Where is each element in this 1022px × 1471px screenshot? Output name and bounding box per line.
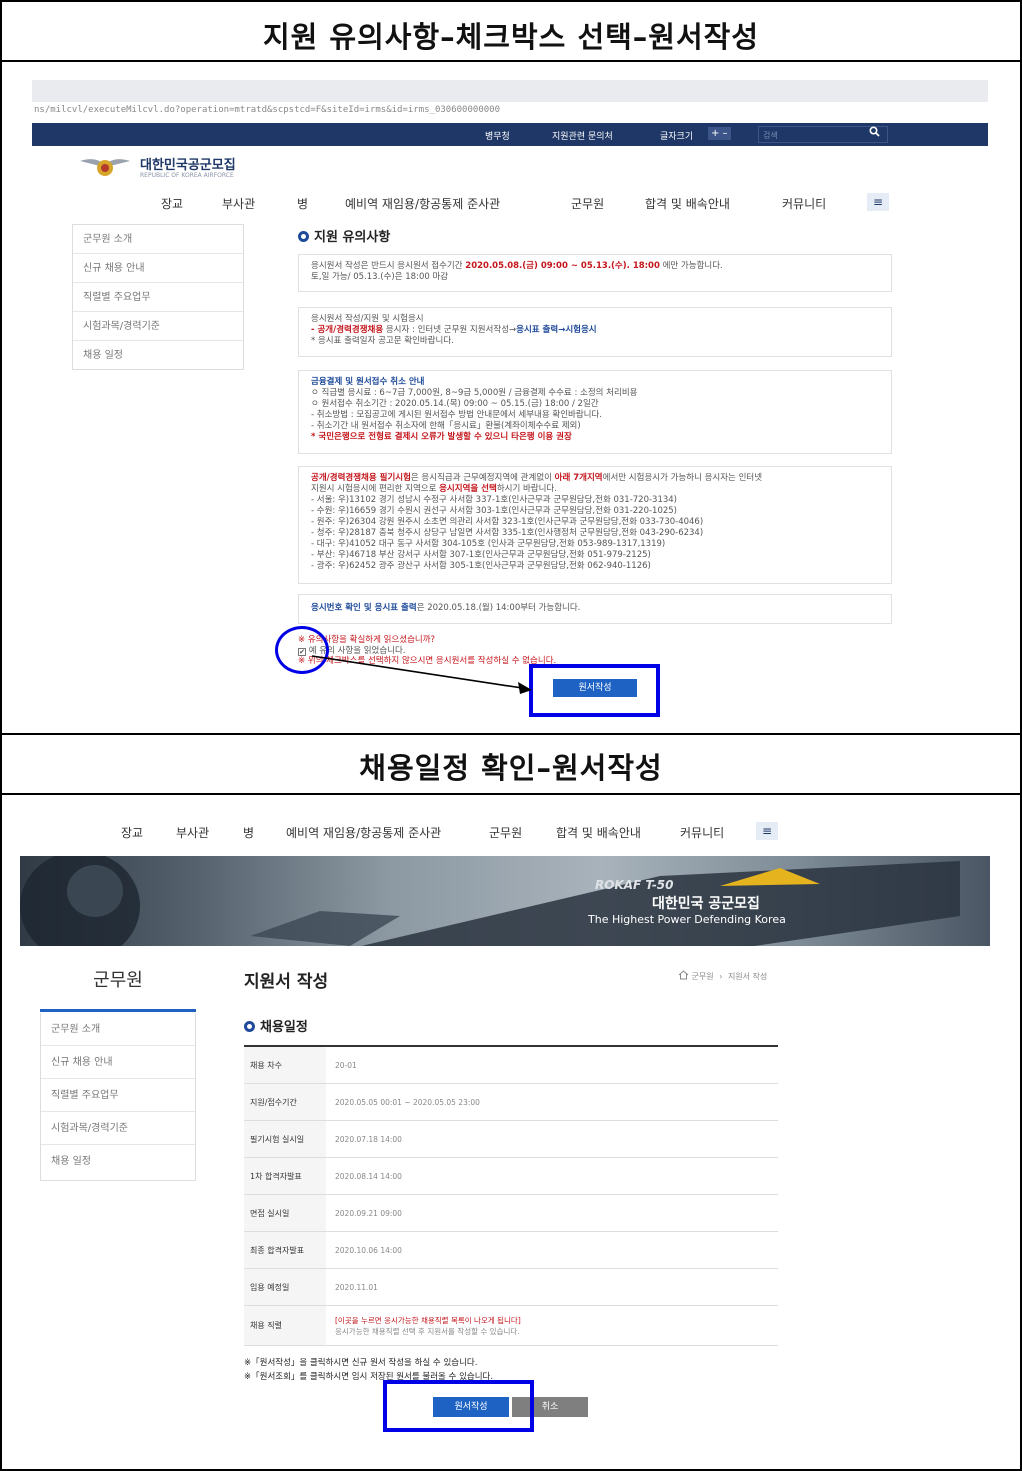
table-row: 임용 예정일 2020.11.01	[244, 1269, 778, 1306]
notice-box-regions: 공개/경력경쟁채용 필기시험은 응시직급과 근무예정지역에 관계없이 아래 7개…	[298, 466, 892, 584]
table-row: 채용 직렬 [이곳을 누르면 응시가능한 채용직렬 목록이 나오게 됩니다] 응…	[244, 1306, 778, 1346]
nav-community[interactable]: 커뮤니티	[680, 824, 724, 841]
nav-reserve[interactable]: 예비역 재임용/항공통제 준사관	[286, 824, 441, 841]
table-row: 지원/접수기간 2020.05.05 00:01 ~ 2020.05.05 23:…	[244, 1084, 778, 1121]
notice-box-process: 응시원서 작성/지원 및 시험응시 - 공개/경력경쟁채용 응시자 : 인터넷 …	[298, 307, 892, 357]
site-logo[interactable]: 대한민국공군모집 REPUBLIC OF KOREA AIRFORCE	[70, 150, 270, 186]
banner-jet-text: ROKAF T-50	[595, 878, 674, 892]
logo-sub: REPUBLIC OF KOREA AIRFORCE	[140, 172, 234, 179]
font-size-controls[interactable]: + –	[708, 127, 731, 140]
table-row: 필기시험 실시일 2020.07.18 14:00	[244, 1121, 778, 1158]
side-menu-bottom: 군무원 소개 신규 채용 안내 직렬별 주요업무 시험과목/경력기준 채용 일정	[40, 1013, 196, 1181]
divider	[0, 60, 1022, 62]
notice-box-ticket: 응시번호 확인 및 응시표 출력은 2020.05.18.(월) 14:00부터…	[298, 594, 892, 624]
nav-civilian[interactable]: 군무원	[571, 195, 604, 212]
util-link-mma[interactable]: 병무청	[485, 129, 510, 142]
hamburger-icon[interactable]: ≡	[756, 822, 778, 840]
side-item-recruit[interactable]: 신규 채용 안내	[41, 1046, 195, 1079]
side-item-schedule[interactable]: 채용 일정	[73, 341, 243, 370]
side-item-duties[interactable]: 직렬별 주요업무	[73, 283, 243, 312]
highlight-rect-apply-bottom	[383, 1380, 534, 1432]
breadcrumb-item[interactable]: 지원서 작성	[728, 972, 767, 981]
side-item-intro[interactable]: 군무원 소개	[73, 225, 243, 254]
schedule-title: 채용일정	[244, 1016, 308, 1035]
table-row: 1차 합격자발표 2020.08.14 14:00	[244, 1158, 778, 1195]
util-link-contact[interactable]: 지원관련 문의처	[552, 129, 613, 142]
hamburger-icon[interactable]: ≡	[867, 193, 889, 211]
nav-enlisted[interactable]: 병	[243, 824, 254, 841]
nav-result[interactable]: 합격 및 배속안내	[645, 195, 730, 212]
divider	[0, 733, 1022, 735]
nav-civilian[interactable]: 군무원	[489, 824, 522, 841]
side-item-recruit[interactable]: 신규 채용 안내	[73, 254, 243, 283]
air-force-emblem-icon	[80, 159, 130, 176]
side-item-duties[interactable]: 직렬별 주요업무	[41, 1079, 195, 1112]
nav-nco[interactable]: 부사관	[176, 824, 209, 841]
banner-title: 대한민국 공군모집	[652, 896, 760, 912]
side-title: 군무원	[40, 948, 196, 1012]
job-list-link[interactable]: [이곳을 누르면 응시가능한 채용직렬 목록이 나오게 됩니다]	[335, 1315, 778, 1326]
schedule-table: 채용 차수 20-01 지원/접수기간 2020.05.05 00:01 ~ 202…	[244, 1045, 778, 1346]
home-icon[interactable]	[678, 970, 689, 980]
section-title-top: 지원 유의사항–체크박스 선택–원서작성	[262, 20, 760, 54]
side-item-subjects[interactable]: 시험과목/경력기준	[41, 1112, 195, 1145]
arrow-icon	[311, 655, 532, 694]
side-item-intro[interactable]: 군무원 소개	[41, 1013, 195, 1046]
page-title: 지원서 작성	[244, 972, 329, 992]
nav-result[interactable]: 합격 및 배속안내	[556, 824, 641, 841]
note-apply: ※「원서작성」을 클릭하시면 신규 원서 작성을 하실 수 있습니다.	[244, 1358, 478, 1368]
side-item-subjects[interactable]: 시험과목/경력기준	[73, 312, 243, 341]
utility-bar: 병무청 지원관련 문의처 글자크기 + – 검색	[32, 123, 988, 146]
table-row: 채용 차수 20-01	[244, 1047, 778, 1084]
nav-nco[interactable]: 부사관	[222, 195, 255, 212]
divider	[0, 793, 1022, 795]
breadcrumb: 군무원 › 지원서 작성	[678, 970, 767, 982]
notice-box-payment: 금융결제 및 원서접수 취소 안내 ㅇ 직급별 응시료 : 6~7급 7,000…	[298, 370, 892, 454]
section-title-bottom: 채용일정 확인–원서작성	[359, 751, 663, 785]
notice-title: 지원 유의사항	[298, 226, 390, 245]
nav-enlisted[interactable]: 병	[297, 195, 308, 212]
breadcrumb-item[interactable]: 군무원	[692, 972, 714, 981]
magnifier-icon[interactable]	[869, 126, 880, 140]
highlight-rect-apply-top	[529, 664, 660, 717]
nav-community[interactable]: 커뮤니티	[782, 195, 826, 212]
nav-reserve[interactable]: 예비역 재임용/항공통제 준사관	[345, 195, 500, 212]
jet-photo-icon	[20, 856, 960, 946]
util-link-fontsize: 글자크기	[660, 132, 694, 142]
notice-box-period: 응시원서 작성은 반드시 응시원서 접수기간 2020.05.08.(금) 09…	[298, 254, 892, 292]
bullet-ring-icon	[244, 1021, 255, 1032]
nav-officer[interactable]: 장교	[161, 195, 183, 212]
banner-subtitle: The Highest Power Defending Korea	[588, 913, 786, 926]
nav-officer[interactable]: 장교	[121, 824, 143, 841]
table-row: 면접 실시일 2020.09.21 09:00	[244, 1195, 778, 1232]
bullet-ring-icon	[298, 231, 309, 242]
side-menu: 군무원 소개 신규 채용 안내 직렬별 주요업무 시험과목/경력기준 채용 일정	[72, 224, 244, 370]
confirm-question: ※ 유의사항을 확실하게 읽으셨습니까?	[298, 635, 436, 645]
job-desc: 응시가능한 채용직렬 선택 후 지원서를 작성할 수 있습니다.	[335, 1326, 520, 1336]
main-nav: 장교 부사관 병 예비역 재임용/항공통제 준사관 군무원 합격 및 배속안내 …	[0, 193, 1022, 213]
hero-banner: ROKAF T-50 대한민국 공군모집 The Highest Power D…	[20, 856, 990, 946]
address-bar[interactable]: ns/milcvl/executeMilcvl.do?operation=mtr…	[32, 102, 988, 122]
side-item-schedule[interactable]: 채용 일정	[41, 1145, 195, 1179]
logo-name: 대한민국공군모집	[140, 158, 236, 173]
table-row: 최종 합격자발표 2020.10.06 14:00	[244, 1232, 778, 1269]
main-nav-bottom: 장교 부사관 병 예비역 재임용/항공통제 준사관 군무원 합격 및 배속안내 …	[0, 822, 1022, 842]
